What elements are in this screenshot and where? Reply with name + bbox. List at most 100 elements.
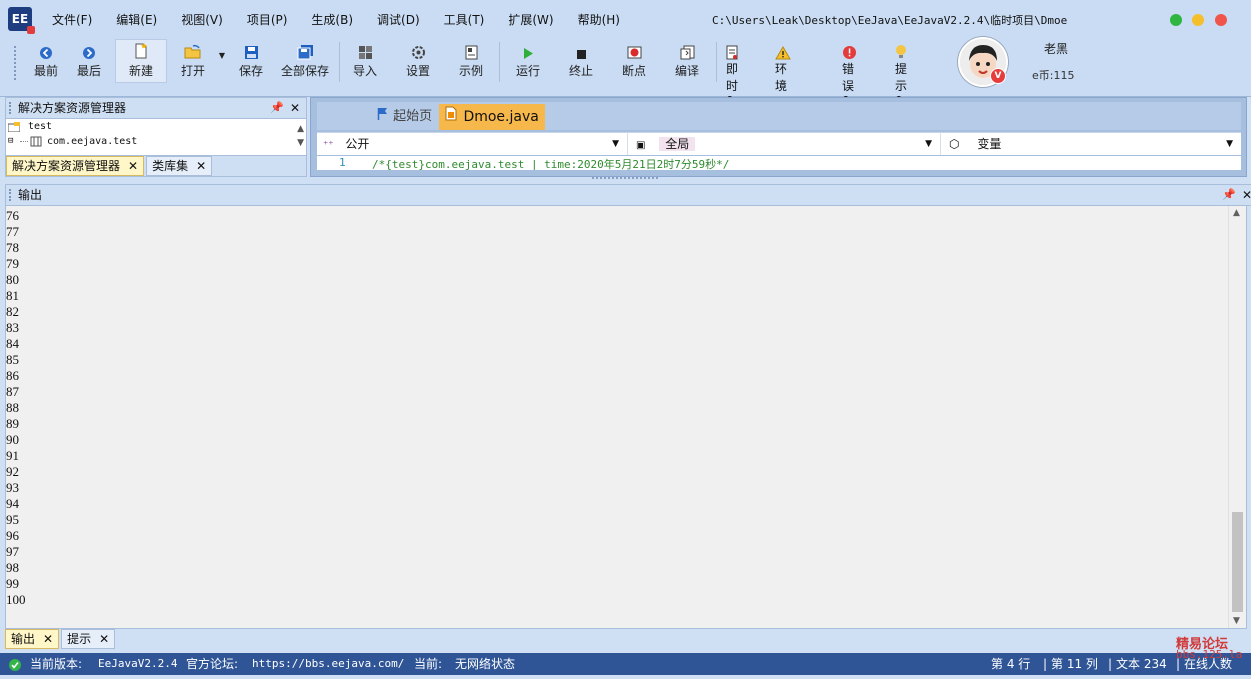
member-icon: ⁺⁺: [323, 140, 334, 151]
watermark-url: bbs.125.la: [1176, 648, 1243, 661]
output-tabs: 输出 ✕ 提示 ✕: [5, 629, 1245, 649]
scroll-down-icon[interactable]: ▼: [1233, 616, 1240, 626]
open-button[interactable]: 打开: [178, 40, 208, 82]
tab-dmoe-java[interactable]: Dmoe.java: [439, 104, 545, 130]
output-line: 93: [6, 480, 19, 495]
open-dropdown-button[interactable]: ▼: [216, 40, 228, 82]
tree-item-test[interactable]: test: [6, 119, 306, 134]
output-line: 79: [6, 256, 19, 271]
code-editor[interactable]: 1 /*{test}com.eejava.test | time:2020年5月…: [317, 156, 1241, 170]
panel-splitter[interactable]: [592, 177, 658, 181]
stop-button[interactable]: 终止: [566, 40, 596, 82]
username[interactable]: 老黑: [1044, 40, 1068, 57]
output-line: 97: [6, 544, 19, 559]
editor-navigation-bar: ⁺⁺ 公开 ▼ ▣ 全局 ▼ ⬡ 变量 ▼: [317, 132, 1241, 155]
import-button[interactable]: 导入: [350, 40, 380, 82]
last-button[interactable]: 最后: [75, 40, 103, 82]
output-line: 100: [6, 592, 26, 607]
output-line: 89: [6, 416, 19, 431]
menu-project[interactable]: 项目(P): [235, 10, 300, 30]
close-icon[interactable]: ✕: [196, 159, 206, 173]
panel-grip[interactable]: [9, 102, 13, 114]
first-button[interactable]: 最前: [32, 40, 60, 82]
tab-start-page[interactable]: 起始页: [371, 104, 438, 130]
tab-hints[interactable]: 提示 ✕: [61, 629, 116, 649]
maximize-button[interactable]: [1192, 14, 1204, 26]
save-button[interactable]: 保存: [236, 40, 266, 82]
scope-select[interactable]: ▣ 全局 ▼: [628, 133, 941, 155]
toolbar-separator: [716, 42, 717, 82]
code-comment: /*{test}com.eejava.test | time:2020年5月21…: [372, 158, 730, 170]
version-label: 当前版本:: [30, 657, 83, 671]
menu-view[interactable]: 视图(V): [169, 10, 235, 30]
menu-build[interactable]: 生成(B): [299, 10, 365, 30]
editor-panel: 起始页 Dmoe.java ⁺⁺ 公开 ▼ ▣ 全局 ▼ ⬡ 变量 ▼ 1 /*…: [310, 97, 1247, 177]
output-line: 87: [6, 384, 19, 399]
scroll-up-icon[interactable]: ▲: [1233, 208, 1240, 218]
close-icon[interactable]: ✕: [128, 159, 138, 173]
coin-balance: e币:115: [1032, 69, 1075, 82]
output-line: 84: [6, 336, 19, 351]
output-line: 96: [6, 528, 19, 543]
version-value: EeJavaV2.2.4: [98, 657, 178, 670]
tree-scrollbar[interactable]: ▲ ▼: [297, 122, 304, 150]
forum-link[interactable]: https://bbs.eejava.com/: [252, 653, 404, 675]
save-icon: [244, 40, 259, 60]
text-length: 文本 234: [1116, 657, 1167, 671]
tab-solution-explorer[interactable]: 解决方案资源管理器 ✕: [6, 156, 145, 176]
menu-file[interactable]: 文件(F): [40, 10, 104, 30]
cube-icon: ⬡: [949, 137, 960, 151]
pin-icon[interactable]: 📌: [270, 98, 284, 118]
output-scrollbar[interactable]: ▲ ▼: [1228, 206, 1246, 628]
panel-grip[interactable]: [9, 189, 13, 201]
flag-icon: [377, 104, 389, 130]
tab-class-library[interactable]: 类库集 ✕: [146, 156, 213, 176]
access-modifier-select[interactable]: ⁺⁺ 公开 ▼: [317, 133, 628, 155]
compile-button[interactable]: 编译: [672, 40, 702, 82]
toolbar-separator: [499, 42, 500, 82]
minimize-button[interactable]: [1170, 14, 1182, 26]
save-all-icon: [297, 40, 314, 60]
solution-explorer-panel: 解决方案资源管理器 📌 ✕ test ⊟ com.eejava.test ▲ ▼ …: [5, 97, 307, 177]
package-icon: [30, 136, 42, 147]
output-header: 输出 📌 ✕: [5, 184, 1251, 206]
close-icon[interactable]: ✕: [1242, 185, 1251, 205]
scroll-thumb[interactable]: [1232, 512, 1243, 612]
output-console[interactable]: 76 77 78 79 80 81 82 83 84 85 86 87 88 89 90 91 92 93 94 95…: [5, 205, 1247, 629]
close-icon[interactable]: ✕: [290, 98, 300, 118]
toolbar-separator: [339, 42, 340, 82]
window-title-path: C:\Users\Leak\Desktop\EeJava\EeJavaV2.2.…: [712, 14, 1068, 27]
output-line: 80: [6, 272, 19, 287]
variable-select[interactable]: ⬡ 变量 ▼: [941, 133, 1241, 155]
settings-button[interactable]: 设置: [403, 40, 433, 82]
forum-label: 官方论坛:: [186, 657, 239, 671]
output-title: 输出: [18, 188, 43, 202]
menu-tools[interactable]: 工具(T): [432, 10, 497, 30]
menu-edit[interactable]: 编辑(E): [104, 10, 169, 30]
chevron-down-icon: ▼: [612, 139, 619, 149]
menu-debug[interactable]: 调试(D): [365, 10, 432, 30]
examples-button[interactable]: 示例: [456, 40, 486, 82]
new-button[interactable]: 新建: [115, 39, 167, 83]
close-window-button[interactable]: [1215, 14, 1227, 26]
collapse-icon[interactable]: ⊟: [8, 134, 18, 149]
menu-extensions[interactable]: 扩展(W): [496, 10, 565, 30]
tab-output[interactable]: 输出 ✕: [5, 629, 60, 649]
toolbar-grip[interactable]: [14, 46, 19, 80]
tree-item-package[interactable]: ⊟ com.eejava.test: [6, 134, 306, 149]
tree-connector: [20, 141, 28, 142]
close-icon[interactable]: ✕: [99, 632, 109, 646]
save-all-button[interactable]: 全部保存: [278, 40, 332, 82]
arrow-right-icon: [82, 40, 96, 60]
run-button[interactable]: 运行: [513, 40, 543, 82]
pin-icon[interactable]: 📌: [1222, 185, 1236, 205]
output-line: 95: [6, 512, 19, 527]
import-icon: [358, 40, 373, 60]
gear-icon: [411, 40, 426, 60]
example-icon: [465, 40, 478, 60]
output-line: 86: [6, 368, 19, 383]
close-icon[interactable]: ✕: [43, 632, 53, 646]
output-line: 77: [6, 224, 19, 239]
menu-help[interactable]: 帮助(H): [566, 10, 632, 30]
breakpoint-button[interactable]: 断点: [619, 40, 649, 82]
